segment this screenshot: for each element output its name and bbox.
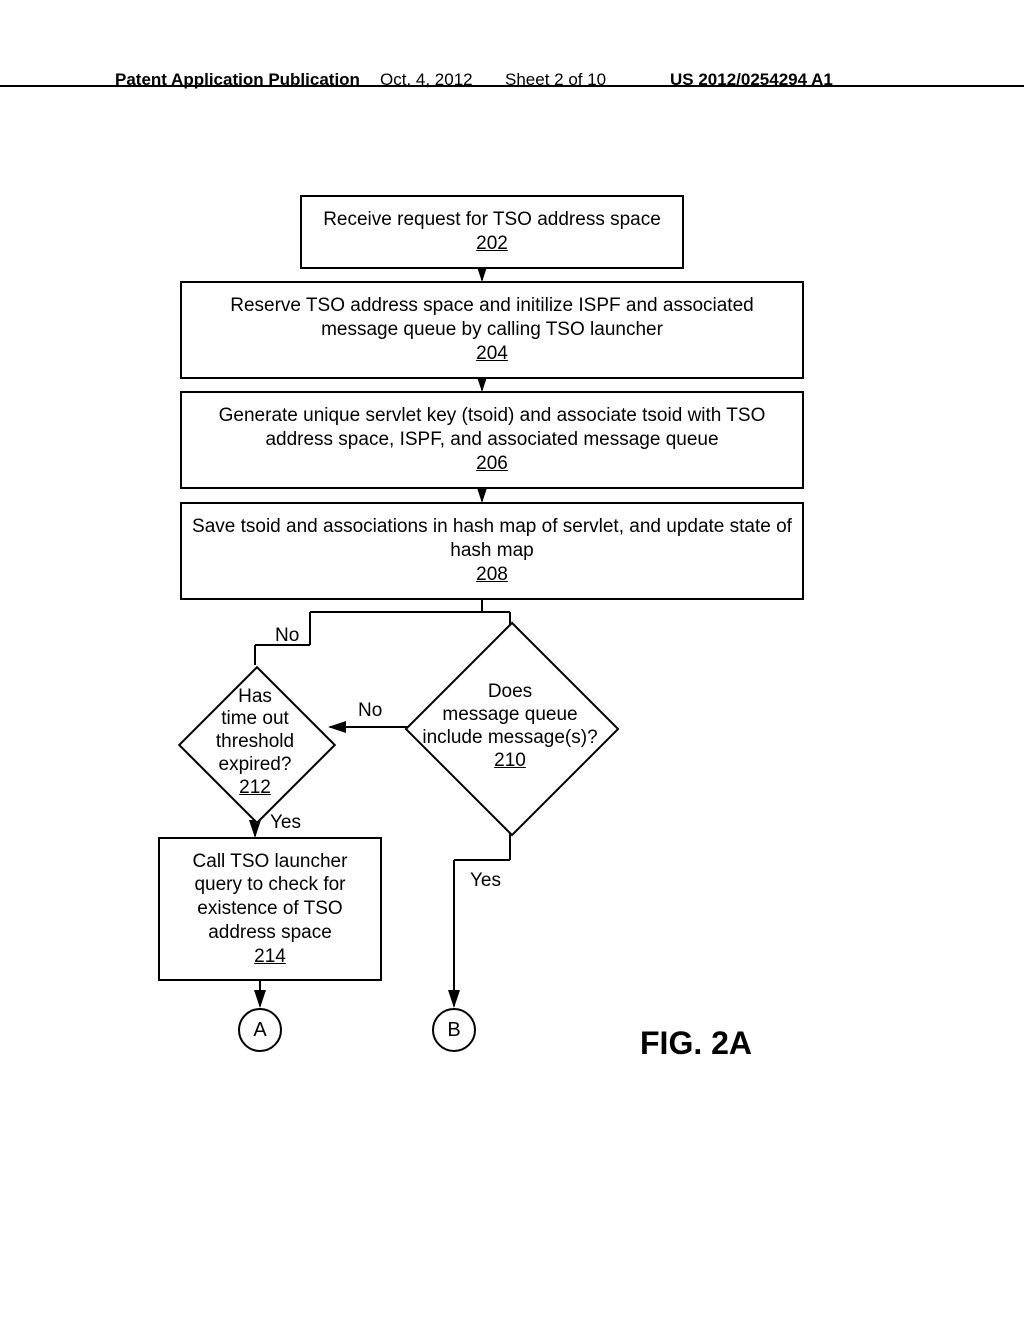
line: Does bbox=[488, 681, 532, 704]
line: Has bbox=[238, 686, 272, 709]
figure-label: FIG. 2A bbox=[640, 1025, 752, 1062]
edge-label-no: No bbox=[275, 625, 299, 647]
step-ref: 206 bbox=[476, 452, 508, 476]
step-call-tso-launcher-query: Call TSO launcher query to check for exi… bbox=[158, 837, 382, 981]
decision-text: Does message queue include message(s)? 2… bbox=[380, 627, 640, 827]
line: include message(s)? bbox=[422, 727, 597, 750]
decision-text: Has time out threshold expired? 212 bbox=[155, 655, 355, 830]
header-date: Oct. 4, 2012 bbox=[380, 70, 473, 90]
step-text: Reserve TSO address space and initilize … bbox=[192, 294, 792, 342]
connector-a: A bbox=[238, 1008, 282, 1052]
edge-label-no: No bbox=[358, 700, 382, 722]
step-text: Generate unique servlet key (tsoid) and … bbox=[192, 404, 792, 452]
connector-b: B bbox=[432, 1008, 476, 1052]
decision-message-queue: Does message queue include message(s)? 2… bbox=[380, 627, 640, 827]
line: time out bbox=[221, 708, 289, 731]
step-text: Save tsoid and associations in hash map … bbox=[192, 515, 792, 563]
header-pubnum: US 2012/0254294 A1 bbox=[670, 70, 833, 90]
step-reserve-address-space: Reserve TSO address space and initilize … bbox=[180, 281, 804, 379]
step-text: Receive request for TSO address space bbox=[323, 208, 661, 232]
edge-label-yes: Yes bbox=[470, 870, 501, 892]
step-receive-request: Receive request for TSO address space 20… bbox=[300, 195, 684, 269]
header-rule bbox=[0, 85, 1024, 87]
step-ref: 202 bbox=[476, 232, 508, 256]
header-pub-type: Patent Application Publication bbox=[115, 70, 360, 90]
step-generate-servlet-key: Generate unique servlet key (tsoid) and … bbox=[180, 391, 804, 489]
line: threshold bbox=[216, 731, 294, 754]
step-ref: 214 bbox=[254, 945, 286, 969]
step-ref: 208 bbox=[476, 563, 508, 587]
step-ref: 212 bbox=[239, 777, 271, 800]
edge-label-yes: Yes bbox=[270, 812, 301, 834]
header-sheet: Sheet 2 of 10 bbox=[505, 70, 606, 90]
step-ref: 204 bbox=[476, 342, 508, 366]
page: Patent Application Publication Oct. 4, 2… bbox=[0, 0, 1024, 1320]
line: expired? bbox=[219, 754, 292, 777]
step-ref: 210 bbox=[494, 750, 526, 773]
line: message queue bbox=[442, 704, 577, 727]
decision-timeout-expired: Has time out threshold expired? 212 bbox=[155, 655, 355, 830]
step-text: Call TSO launcher query to check for exi… bbox=[170, 850, 370, 945]
step-save-hash-map: Save tsoid and associations in hash map … bbox=[180, 502, 804, 600]
